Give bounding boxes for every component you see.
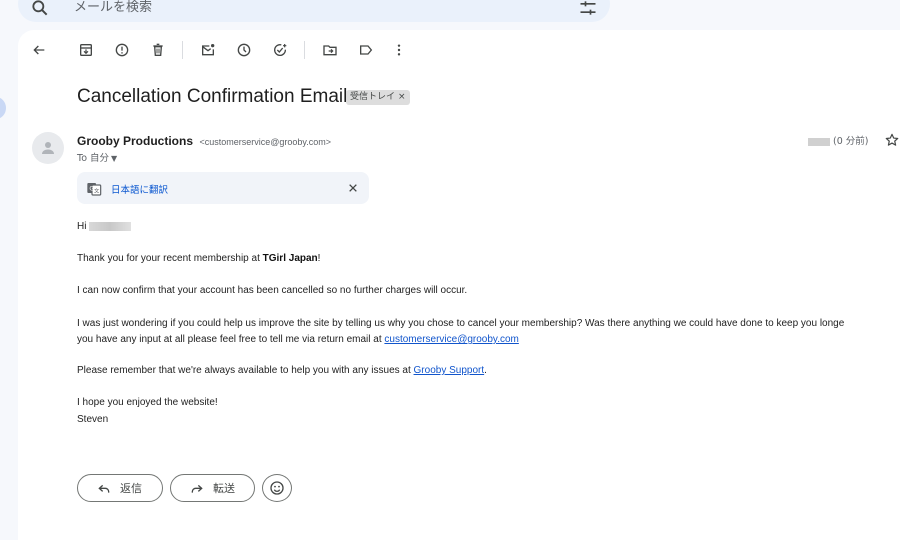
search-bar[interactable] (18, 0, 610, 22)
body-paragraph-5: I hope you enjoyed the website! (77, 397, 218, 408)
reply-icon (98, 484, 110, 493)
body-4-text: Please remember that we're always availa… (77, 365, 414, 376)
sender-line: Grooby Productions <customerservice@groo… (77, 132, 331, 150)
recipient-details[interactable]: To 自分 ▼ (77, 150, 117, 164)
redacted-date (808, 137, 830, 146)
reply-button[interactable]: 返信 (77, 474, 163, 502)
delete-button[interactable] (146, 38, 170, 62)
greeting-text: Hi (77, 221, 87, 232)
toolbar-divider (304, 41, 305, 59)
forward-button[interactable]: 転送 (170, 474, 255, 502)
add-task-button[interactable] (268, 38, 292, 62)
recipient-label: To 自分 (77, 153, 110, 164)
clock-icon (237, 43, 251, 57)
body-1-end: ! (317, 253, 321, 264)
more-vert-icon (397, 44, 401, 56)
close-icon[interactable] (345, 180, 361, 196)
search-input[interactable] (72, 0, 496, 18)
body-paragraph-2: I can now confirm that your account has … (77, 285, 468, 296)
trash-icon (153, 43, 163, 56)
report-spam-icon (115, 43, 129, 57)
archive-icon (80, 44, 92, 56)
add-task-icon (274, 44, 287, 56)
move-to-folder-icon (323, 45, 337, 56)
body-1-text: Thank you for your recent membership at (77, 253, 263, 264)
redacted-name (89, 221, 132, 231)
back-arrow-icon (33, 45, 45, 55)
emoji-reaction-button[interactable] (262, 474, 292, 502)
translate-icon: G文 (87, 183, 102, 196)
report-spam-button[interactable] (110, 38, 134, 62)
search-icon[interactable] (30, 0, 50, 18)
reply-label: 返信 (120, 482, 142, 495)
remove-label-button[interactable]: × (398, 92, 406, 102)
relative-time: (0 分前) (833, 136, 869, 147)
nav-avatar-edge[interactable] (0, 97, 6, 119)
greeting-line: Hi (77, 219, 132, 234)
toolbar-divider (182, 41, 183, 59)
label-icon (360, 45, 373, 55)
support-email-link[interactable]: customerservice@grooby.com (384, 334, 518, 345)
labels-button[interactable] (354, 38, 378, 62)
smiley-icon (270, 481, 284, 495)
translate-banner: G文 日本語に翻訳 (77, 172, 369, 204)
grooby-support-link[interactable]: Grooby Support (414, 365, 485, 376)
message-time: (0 分前) (808, 133, 868, 147)
body-paragraph-1: Thank you for your recent membership at … (77, 251, 320, 266)
mark-unread-button[interactable] (196, 38, 220, 62)
body-4-end: . (484, 365, 487, 376)
body-paragraph-3a: I was just wondering if you could help u… (77, 318, 845, 329)
translate-link[interactable]: 日本語に翻訳 (111, 182, 168, 196)
more-options-button[interactable] (387, 38, 411, 62)
body-paragraph-4: Please remember that we're always availa… (77, 363, 487, 378)
sender-avatar[interactable] (32, 132, 64, 164)
inbox-label-text: 受信トレイ (350, 92, 396, 102)
snooze-button[interactable] (232, 38, 256, 62)
search-options-icon[interactable] (578, 0, 598, 18)
message-panel: 1 Cancellation Confirmation Email 受信トレイ×… (18, 30, 900, 540)
sender-name[interactable]: Grooby Productions (77, 134, 193, 148)
person-icon (42, 142, 54, 154)
inbox-label-chip[interactable]: 受信トレイ × (346, 90, 410, 105)
body-3b-text: you have any input at all please feel fr… (77, 334, 385, 345)
site-name: TGirl Japan (262, 253, 318, 264)
sender-email: <customerservice@grooby.com> (199, 137, 331, 147)
forward-label: 転送 (213, 482, 235, 495)
message-toolbar: 1 (18, 38, 900, 62)
star-icon[interactable] (884, 132, 900, 148)
back-button[interactable] (27, 38, 51, 62)
caret-down-icon[interactable]: ▼ (111, 154, 117, 163)
move-to-button[interactable] (318, 38, 342, 62)
mark-unread-icon (202, 44, 215, 56)
archive-button[interactable] (74, 38, 98, 62)
signature: Steven (77, 414, 109, 425)
body-paragraph-3b: you have any input at all please feel fr… (77, 332, 519, 347)
forward-icon (191, 484, 203, 493)
email-subject: Cancellation Confirmation Email (77, 86, 348, 107)
